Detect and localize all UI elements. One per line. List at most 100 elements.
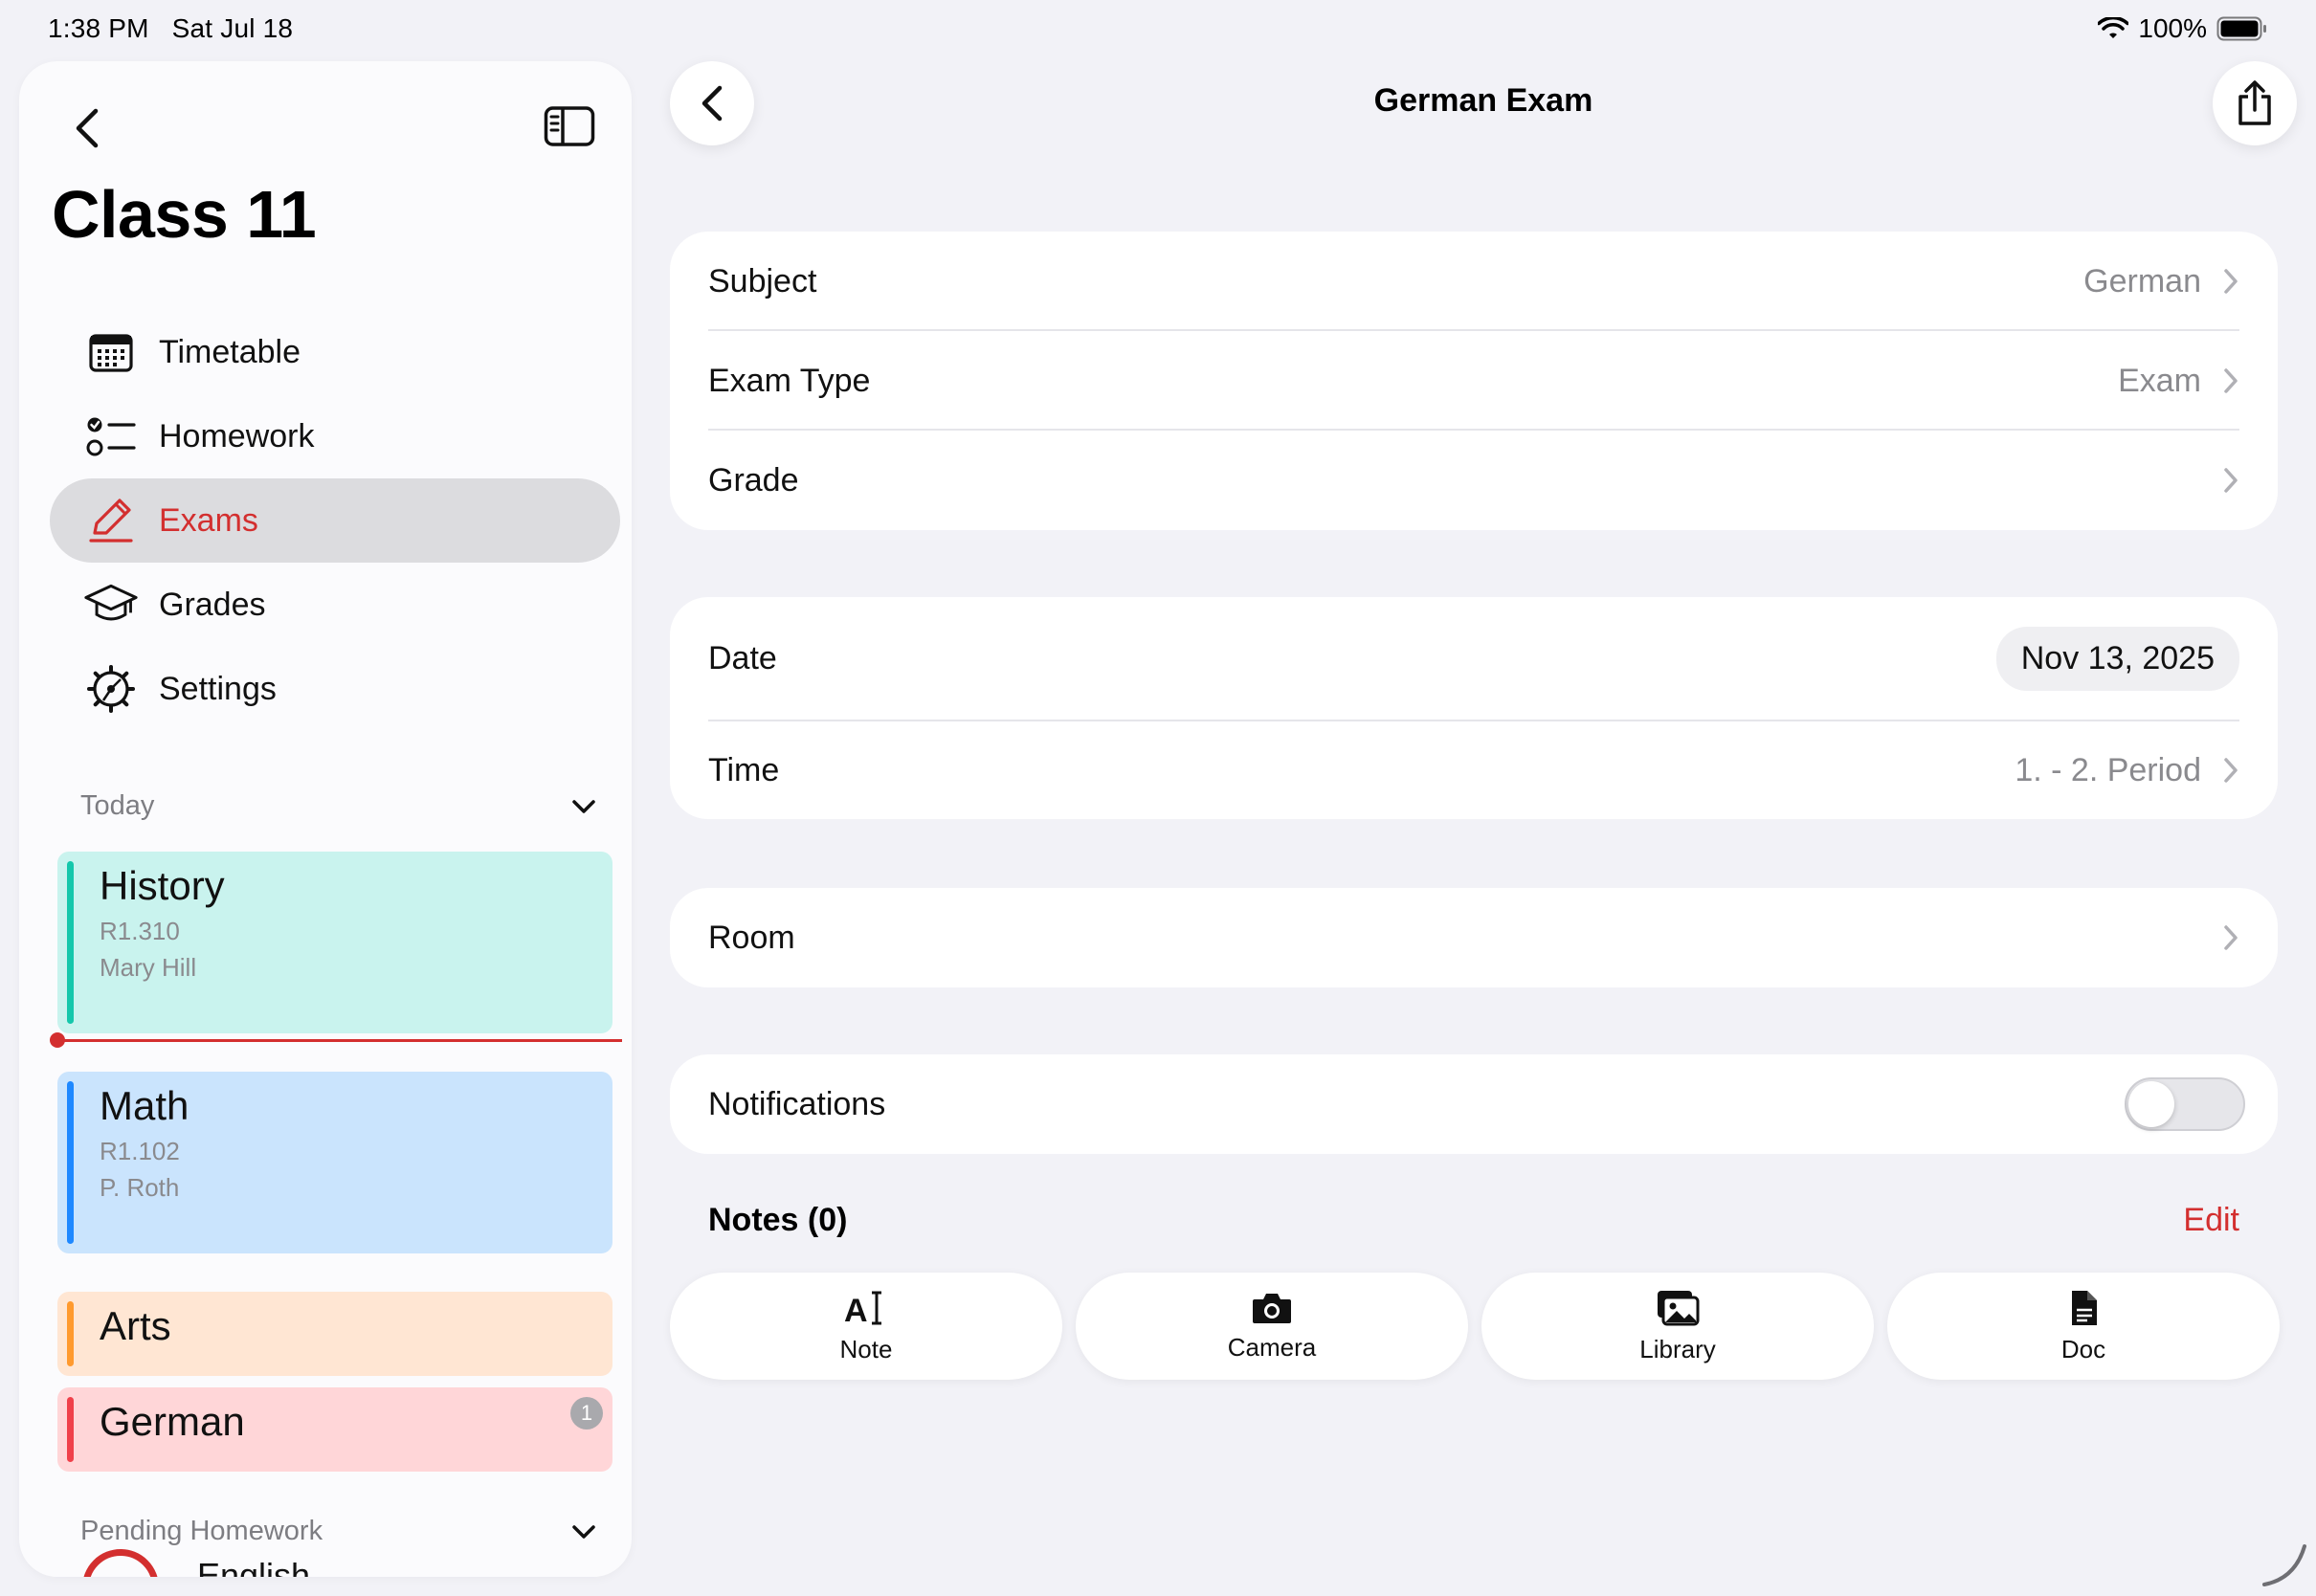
nav-item-grades[interactable]: Grades <box>50 563 620 647</box>
battery-icon <box>2216 16 2266 41</box>
lesson-name: Math <box>100 1083 189 1128</box>
lesson-color-bar <box>67 1301 74 1366</box>
lesson-room: R1.310 <box>100 917 180 945</box>
sidebar: Class 11 Timetable Homework Exams Grades… <box>19 61 632 1577</box>
toggle-knob <box>2128 1081 2174 1127</box>
sidebar-icon <box>544 106 595 146</box>
row-label: Grade <box>708 461 799 499</box>
checklist-icon <box>84 410 138 463</box>
gear-icon <box>84 662 138 716</box>
pencil-icon <box>84 494 138 547</box>
page-title: German Exam <box>1373 82 1593 119</box>
status-clock: 1:38 PM <box>48 13 149 43</box>
document-button[interactable]: Doc <box>1887 1273 2280 1380</box>
svg-text:A: A <box>844 1293 868 1327</box>
grade-row[interactable]: Grade <box>708 431 2239 530</box>
room-group: Room <box>670 888 2278 987</box>
date-time-group: Date Nov 13, 2025 Time 1. - 2. Period <box>670 597 2278 819</box>
share-icon <box>2238 80 2271 125</box>
notifications-group: Notifications <box>670 1054 2278 1154</box>
calendar-icon <box>84 325 138 379</box>
row-label: Time <box>708 751 780 788</box>
status-date: Sat Jul 18 <box>171 13 294 43</box>
lesson-badge: 1 <box>570 1397 603 1430</box>
photo-library-icon <box>1658 1290 1700 1325</box>
camera-button[interactable]: Camera <box>1076 1273 1468 1380</box>
row-label: Subject <box>708 262 817 299</box>
row-label: Notifications <box>708 1085 886 1122</box>
sidebar-nav: Timetable Homework Exams Grades Settings <box>50 310 620 731</box>
graduation-cap-icon <box>84 578 138 632</box>
nav-label: Timetable <box>159 333 301 370</box>
homework-checkbox[interactable] <box>82 1549 159 1577</box>
add-note-button[interactable]: A Note <box>670 1273 1062 1380</box>
chevron-left-icon <box>76 108 99 148</box>
lesson-name: Arts <box>100 1303 171 1348</box>
status-time: 1:38 PM Sat Jul 18 <box>48 13 293 44</box>
row-label: Room <box>708 919 795 956</box>
attach-label: Doc <box>2060 1334 2106 1363</box>
today-section-header[interactable]: Today <box>80 790 597 822</box>
attach-label: Note <box>839 1334 893 1363</box>
chevron-right-icon <box>2224 925 2238 950</box>
lesson-card-history[interactable]: History R1.310 Mary Hill <box>57 852 612 1033</box>
lesson-teacher: P. Roth <box>100 1173 180 1202</box>
row-value: German <box>2083 262 2201 299</box>
nav-label: Exams <box>159 501 258 539</box>
current-time-line <box>56 1039 622 1042</box>
row-value: Exam <box>2118 362 2201 399</box>
status-right: 100% <box>2098 13 2268 44</box>
time-row[interactable]: Time 1. - 2. Period <box>708 721 2239 819</box>
battery-percent: 100% <box>2138 13 2207 43</box>
lesson-teacher: Mary Hill <box>100 953 197 982</box>
pending-homework-header[interactable]: Pending Homework <box>80 1516 597 1547</box>
attach-label: Camera <box>1227 1332 1317 1362</box>
lesson-color-bar <box>67 1081 74 1244</box>
nav-item-settings[interactable]: Settings <box>50 647 620 731</box>
document-icon <box>2072 1290 2097 1325</box>
exam-info-group: Subject German Exam Type Exam Grade <box>670 232 2278 530</box>
window-resize-handle[interactable] <box>2260 1541 2308 1588</box>
room-row[interactable]: Room <box>708 888 2239 987</box>
app-root: 1:38 PM Sat Jul 18 100% Class 11 Timetab… <box>0 0 2316 1596</box>
chevron-right-icon <box>2224 368 2238 393</box>
library-button[interactable]: Library <box>1481 1273 1874 1380</box>
sidebar-toggle-button[interactable] <box>544 105 595 147</box>
nav-item-homework[interactable]: Homework <box>50 394 620 478</box>
homework-item-label: English <box>197 1556 311 1577</box>
lesson-color-bar <box>67 861 74 1024</box>
chevron-down-icon <box>572 799 595 813</box>
attach-label: Library <box>1639 1334 1716 1363</box>
chevron-down-icon <box>572 1524 595 1539</box>
lesson-room: R1.102 <box>100 1137 180 1165</box>
pending-header-label: Pending Homework <box>80 1516 323 1546</box>
lesson-color-bar <box>67 1397 74 1462</box>
nav-label: Homework <box>159 417 315 454</box>
lesson-name: German <box>100 1399 245 1444</box>
notifications-toggle[interactable] <box>2125 1077 2245 1131</box>
share-button[interactable] <box>2213 61 2297 145</box>
subject-row[interactable]: Subject German <box>708 232 2239 331</box>
nav-item-exams[interactable]: Exams <box>50 478 620 563</box>
nav-item-timetable[interactable]: Timetable <box>50 310 620 394</box>
nav-label: Grades <box>159 586 266 623</box>
class-title: Class 11 <box>52 177 317 252</box>
camera-icon <box>1253 1293 1291 1323</box>
row-label: Date <box>708 639 777 676</box>
exam-type-row[interactable]: Exam Type Exam <box>708 331 2239 431</box>
chevron-right-icon <box>2224 468 2238 493</box>
wifi-icon <box>2098 17 2129 38</box>
notes-edit-button[interactable]: Edit <box>2183 1202 2239 1239</box>
lesson-name: History <box>100 863 225 908</box>
date-picker-button[interactable]: Nov 13, 2025 <box>1995 626 2239 691</box>
notes-title: Notes (0) <box>708 1202 848 1238</box>
lesson-card-arts[interactable]: Arts <box>57 1292 612 1376</box>
row-value: 1. - 2. Period <box>2015 751 2201 788</box>
chevron-right-icon <box>2224 269 2238 294</box>
lesson-card-german[interactable]: German 1 <box>57 1387 612 1472</box>
text-cursor-icon: A <box>844 1291 881 1327</box>
lesson-card-math[interactable]: Math R1.102 P. Roth <box>57 1072 612 1253</box>
sidebar-back-button[interactable] <box>73 100 130 157</box>
notifications-row: Notifications <box>708 1054 2245 1154</box>
today-header-label: Today <box>80 790 155 821</box>
